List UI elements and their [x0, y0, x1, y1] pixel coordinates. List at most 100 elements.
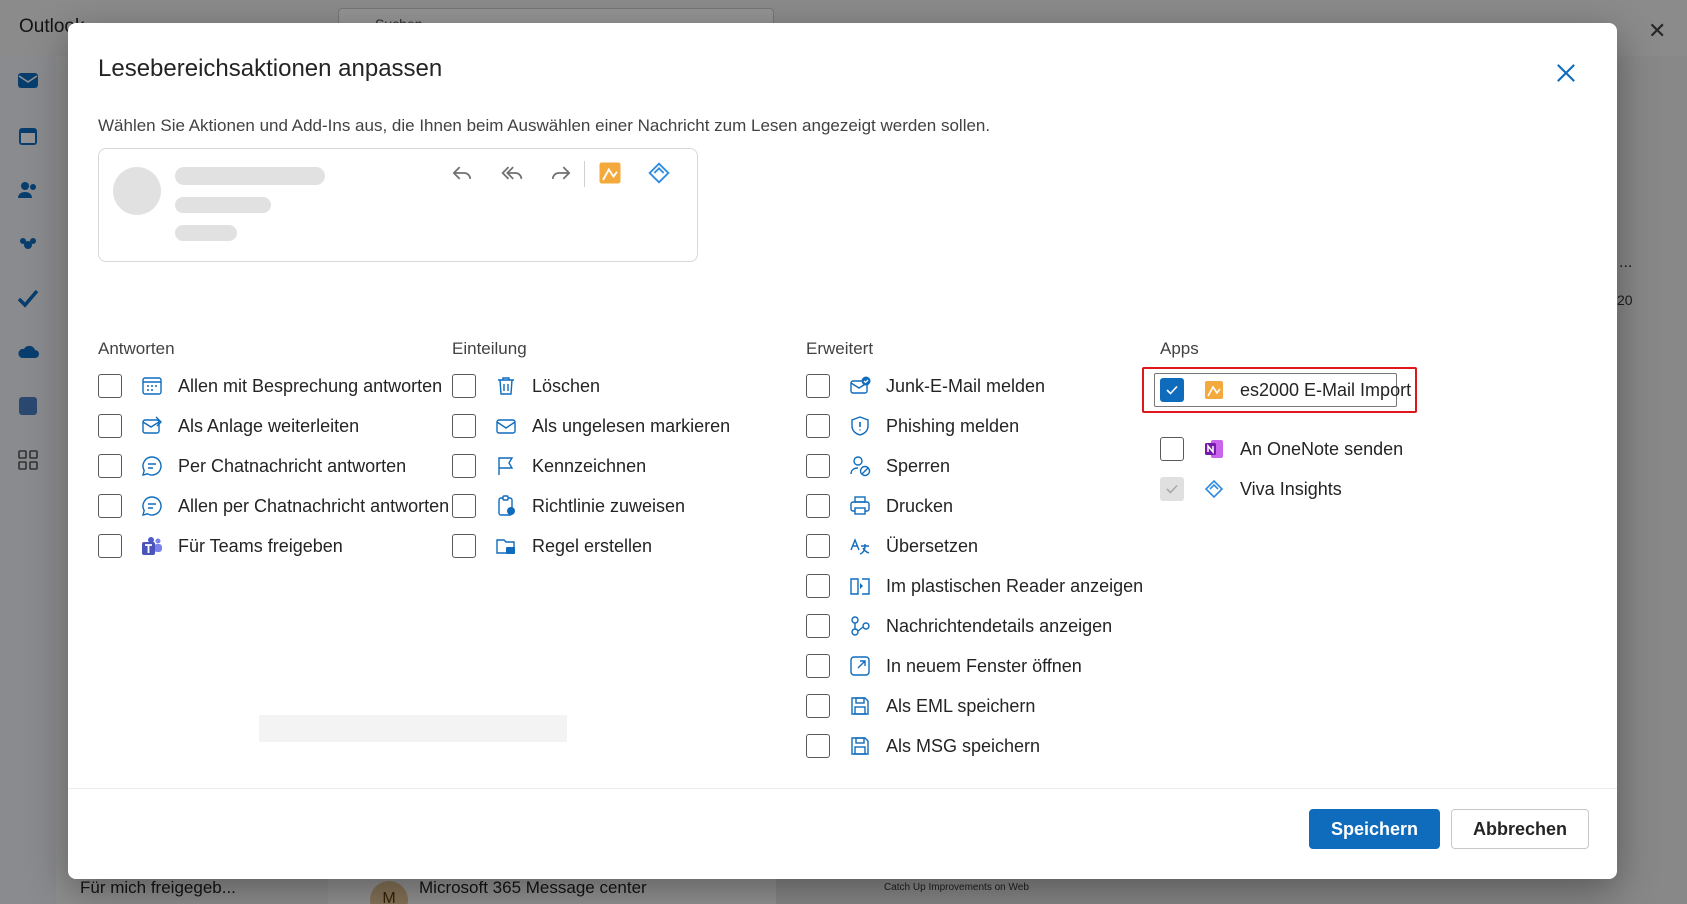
- option-label: Viva Insights: [1240, 478, 1342, 499]
- option-viva-insights: Viva Insights: [1160, 475, 1342, 503]
- checkbox[interactable]: [806, 614, 830, 638]
- reply-icon[interactable]: [448, 159, 476, 187]
- section-title-erweitert: Erweitert: [806, 339, 874, 358]
- option-label: Löschen: [532, 375, 601, 396]
- mail-unread-icon: [496, 419, 516, 434]
- option-allen-per-chatnachricht-antworten[interactable]: Allen per Chatnachricht antworten: [98, 492, 449, 520]
- option-fuer-teams-freigeben[interactable]: Für Teams freigeben: [98, 532, 343, 560]
- option-label: Im plastischen Reader anzeigen: [886, 575, 1144, 596]
- checkbox[interactable]: [98, 374, 122, 398]
- option-label: Als EML speichern: [886, 695, 1036, 716]
- option-label: Als Anlage weiterleiten: [178, 415, 360, 436]
- close-icon[interactable]: [1552, 59, 1580, 87]
- option-label: Regel erstellen: [532, 535, 653, 556]
- chat-all-icon: [142, 496, 162, 516]
- checkbox[interactable]: [452, 374, 476, 398]
- reading-pane-preview: [98, 148, 698, 262]
- avatar: [113, 167, 161, 215]
- checkbox-checked[interactable]: [1160, 378, 1184, 402]
- checkbox[interactable]: [806, 414, 830, 438]
- option-label: Drucken: [886, 495, 954, 516]
- rule-icon: [496, 539, 515, 554]
- option-phishing-melden[interactable]: Phishing melden: [806, 412, 1019, 440]
- toolbar-divider: [584, 161, 585, 187]
- option-label: Per Chatnachricht antworten: [178, 455, 407, 476]
- option-per-chatnachricht-antworten[interactable]: Per Chatnachricht antworten: [98, 452, 406, 480]
- section-title-einteilung: Einteilung: [452, 339, 527, 358]
- option-als-anlage-weiterleiten[interactable]: Als Anlage weiterleiten: [98, 412, 359, 440]
- checkbox[interactable]: [1160, 437, 1184, 461]
- option-label: es2000 E-Mail Import: [1240, 379, 1412, 400]
- details-icon: [851, 616, 870, 636]
- checkbox[interactable]: [452, 494, 476, 518]
- cancel-button[interactable]: Abbrechen: [1451, 809, 1589, 849]
- checkbox[interactable]: [806, 374, 830, 398]
- checkmark-icon: [1166, 385, 1178, 395]
- option-label: Phishing melden: [886, 415, 1020, 436]
- checkbox[interactable]: [452, 534, 476, 558]
- option-drucken[interactable]: Drucken: [806, 492, 953, 520]
- skeleton-placeholder: [259, 715, 567, 742]
- flag-icon: [498, 457, 514, 475]
- section-title-antworten: Antworten: [98, 339, 175, 358]
- open-window-icon: [850, 656, 870, 676]
- option-in-neuem-fenster-oeffnen[interactable]: In neuem Fenster öffnen: [806, 652, 1082, 680]
- dialog-title: Lesebereichsaktionen anpassen: [98, 55, 443, 82]
- option-label: Richtlinie zuweisen: [532, 495, 686, 516]
- checkbox[interactable]: [806, 534, 830, 558]
- es2000-app-icon: [1205, 381, 1223, 399]
- option-loeschen[interactable]: Löschen: [452, 372, 600, 400]
- skeleton-line: [175, 197, 271, 213]
- checkbox[interactable]: [806, 454, 830, 478]
- option-junk-email-melden[interactable]: Junk-E-Mail melden: [806, 372, 1045, 400]
- checkbox[interactable]: [98, 454, 122, 478]
- checkbox[interactable]: [98, 494, 122, 518]
- option-es2000-email-import[interactable]: es2000 E-Mail Import: [1160, 376, 1411, 404]
- checkbox[interactable]: [452, 454, 476, 478]
- es2000-app-icon[interactable]: [596, 159, 624, 187]
- calendar-reply-icon: [142, 377, 162, 395]
- checkbox[interactable]: [806, 734, 830, 758]
- checkbox[interactable]: [452, 414, 476, 438]
- checkbox[interactable]: [806, 574, 830, 598]
- checkbox[interactable]: [98, 414, 122, 438]
- option-als-msg-speichern[interactable]: Als MSG speichern: [806, 732, 1040, 760]
- viva-insights-icon[interactable]: [645, 159, 673, 187]
- option-label: Kennzeichnen: [532, 455, 647, 476]
- save-button[interactable]: Speichern: [1309, 809, 1440, 849]
- checkbox[interactable]: [806, 694, 830, 718]
- option-label: Nachrichtendetails anzeigen: [886, 615, 1113, 636]
- option-richtlinie-zuweisen[interactable]: Richtlinie zuweisen: [452, 492, 685, 520]
- reply-all-icon[interactable]: [498, 159, 526, 187]
- option-label: Als MSG speichern: [886, 735, 1041, 756]
- option-als-eml-speichern[interactable]: Als EML speichern: [806, 692, 1035, 720]
- skeleton-line: [175, 167, 325, 185]
- option-label: Übersetzen: [886, 535, 979, 556]
- trash-icon: [498, 377, 514, 395]
- option-als-ungelesen-markieren[interactable]: Als ungelesen markieren: [452, 412, 730, 440]
- forward-icon[interactable]: [547, 159, 575, 187]
- option-regel-erstellen[interactable]: Regel erstellen: [452, 532, 652, 560]
- option-label: Für Teams freigeben: [178, 535, 343, 556]
- option-im-plastischen-reader-anzeigen[interactable]: Im plastischen Reader anzeigen: [806, 572, 1143, 600]
- save-icon: [851, 697, 869, 715]
- viva-insights-icon: [1204, 479, 1224, 499]
- option-sperren[interactable]: Sperren: [806, 452, 950, 480]
- option-uebersetzen[interactable]: Übersetzen: [806, 532, 978, 560]
- option-allen-mit-besprechung-antworten[interactable]: Allen mit Besprechung antworten: [98, 372, 442, 400]
- checkbox[interactable]: [806, 654, 830, 678]
- immersive-reader-icon: [850, 578, 870, 595]
- checkbox[interactable]: [806, 494, 830, 518]
- checkbox[interactable]: [98, 534, 122, 558]
- teams-icon: [142, 537, 162, 555]
- option-label: Allen per Chatnachricht antworten: [178, 495, 450, 516]
- section-title-apps: Apps: [1160, 339, 1199, 358]
- onenote-icon: [1205, 440, 1223, 458]
- skeleton-line: [175, 225, 237, 241]
- option-an-onenote-senden[interactable]: An OneNote senden: [1160, 435, 1403, 463]
- option-nachrichtendetails-anzeigen[interactable]: Nachrichtendetails anzeigen: [806, 612, 1112, 640]
- footer-divider: [68, 788, 1617, 789]
- mail-attach-icon: [142, 416, 162, 434]
- junk-icon: [850, 376, 871, 394]
- option-kennzeichnen[interactable]: Kennzeichnen: [452, 452, 646, 480]
